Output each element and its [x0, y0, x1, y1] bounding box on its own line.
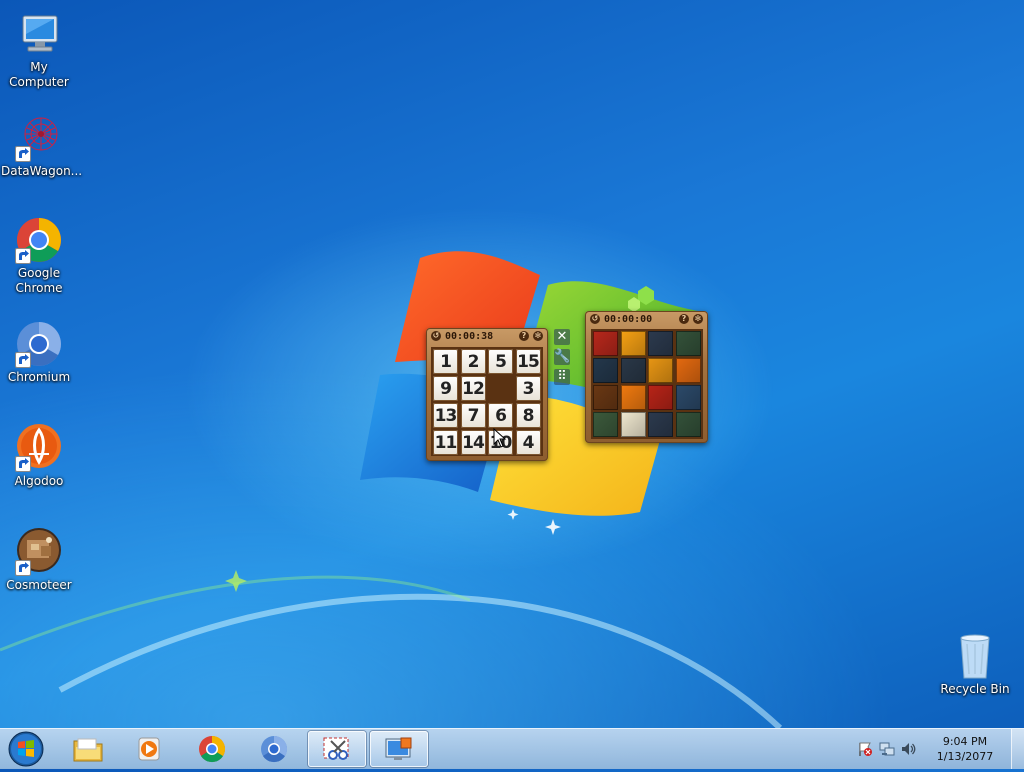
- settings-icon[interactable]: ✻: [693, 314, 703, 324]
- gadget-header: ↺ 00:00:00 ? ✻: [585, 311, 708, 327]
- puzzle-tile[interactable]: 6: [488, 403, 513, 428]
- desktop-icon-label: My Computer: [9, 60, 69, 89]
- gadgets-icon: [385, 737, 412, 760]
- desktop-icon-label: Algodoo: [14, 474, 64, 488]
- desktop-icon-my-computer[interactable]: My Computer: [1, 10, 77, 90]
- picture-puzzle-tile[interactable]: [593, 358, 618, 383]
- algodoo-icon: [15, 424, 63, 472]
- recycle-bin-icon: [951, 632, 999, 680]
- mouse-cursor-icon: [493, 428, 507, 448]
- taskbar-google-chrome[interactable]: [183, 731, 241, 767]
- puzzle-tile[interactable]: 12: [460, 376, 486, 401]
- desktop-icon-google-chrome[interactable]: Google Chrome: [1, 216, 77, 296]
- desktop-icon-chromium[interactable]: Chromium: [1, 320, 77, 385]
- number-puzzle-board: 125159123137681114104: [431, 347, 543, 456]
- desktop-icon-label: Google Chrome: [15, 266, 63, 295]
- puzzle-tile[interactable]: 8: [515, 403, 541, 428]
- puzzle-tile[interactable]: 13: [433, 403, 458, 428]
- help-icon[interactable]: ?: [519, 331, 529, 341]
- desktop-icon-label: Cosmoteer: [6, 578, 72, 592]
- taskbar-windows-media-player[interactable]: [121, 731, 179, 767]
- timer-reset-icon[interactable]: ↺: [590, 314, 600, 324]
- taskbar-windows-explorer[interactable]: [59, 731, 117, 767]
- number-puzzle-gadget[interactable]: ↺ 00:00:38 ? ✻ 125159123137681114104: [426, 328, 548, 461]
- puzzle-tile[interactable]: 4: [515, 430, 541, 455]
- picture-puzzle-tile[interactable]: [620, 385, 646, 410]
- picture-puzzle-tile[interactable]: [620, 331, 646, 356]
- media-player-icon: [138, 737, 160, 761]
- chrome-icon: [15, 216, 63, 264]
- action-center-flag-icon[interactable]: [857, 741, 873, 757]
- start-button[interactable]: [4, 730, 48, 768]
- shortcut-arrow-icon: [15, 560, 31, 576]
- puzzle-tile[interactable]: 7: [460, 403, 486, 428]
- puzzle-tile[interactable]: 9: [433, 376, 458, 401]
- picture-puzzle-board: [591, 329, 703, 439]
- drag-handle-icon[interactable]: ⠿: [554, 369, 570, 385]
- desktop-icon-label: Recycle Bin: [940, 682, 1010, 696]
- picture-puzzle-tile[interactable]: [593, 331, 618, 356]
- timer-reset-icon[interactable]: ↺: [431, 331, 441, 341]
- picture-puzzle-tile[interactable]: [675, 385, 701, 410]
- picture-puzzle-tile[interactable]: [593, 385, 618, 410]
- picture-puzzle-tile[interactable]: [593, 412, 618, 437]
- taskbar-clock[interactable]: 9:04 PM 1/13/2077: [930, 734, 1000, 764]
- system-tray: 9:04 PM 1/13/2077: [854, 729, 1024, 769]
- clock-time: 9:04 PM: [942, 735, 988, 748]
- shortcut-arrow-icon: [15, 248, 31, 264]
- puzzle-tile[interactable]: 3: [515, 376, 541, 401]
- puzzle-tile[interactable]: 1: [433, 349, 458, 374]
- settings-icon[interactable]: ✻: [533, 331, 543, 341]
- wrench-icon[interactable]: 🔧: [554, 349, 570, 365]
- network-icon[interactable]: [879, 741, 895, 757]
- picture-puzzle-tile[interactable]: [675, 331, 701, 356]
- gadget-header: ↺ 00:00:38 ? ✻: [426, 328, 548, 344]
- picture-puzzle-tile[interactable]: [648, 331, 673, 356]
- puzzle-tile[interactable]: 2: [460, 349, 486, 374]
- computer-icon: [15, 10, 63, 58]
- picture-puzzle-gadget[interactable]: ↺ 00:00:00 ? ✻: [585, 311, 708, 443]
- desktop-icon-algodoo[interactable]: Algodoo: [1, 424, 77, 489]
- close-icon[interactable]: ✕: [554, 329, 570, 345]
- cosmoteer-icon: [15, 528, 63, 576]
- chromium-icon: [15, 320, 63, 368]
- datawagon-icon: [15, 114, 63, 162]
- gadget-side-toolbar: ✕ 🔧 ⠿: [554, 329, 570, 389]
- taskbar-snipping-tool[interactable]: [308, 731, 366, 767]
- picture-puzzle-tile[interactable]: [648, 412, 673, 437]
- chromium-icon: [261, 735, 288, 763]
- picture-puzzle-tile[interactable]: [648, 358, 673, 383]
- shortcut-arrow-icon: [15, 146, 31, 162]
- shortcut-arrow-icon: [15, 456, 31, 472]
- picture-puzzle-tile[interactable]: [648, 385, 673, 410]
- puzzle-timer: 00:00:38: [445, 330, 494, 342]
- scissors-icon: [323, 737, 349, 760]
- help-icon[interactable]: ?: [679, 314, 689, 324]
- show-desktop-button[interactable]: [1011, 729, 1024, 769]
- desktop-icon-datawagon[interactable]: DataWagon...: [1, 114, 83, 179]
- clock-date: 1/13/2077: [936, 750, 994, 763]
- puzzle-tile[interactable]: 14: [460, 430, 486, 455]
- puzzle-tile[interactable]: 5: [488, 349, 513, 374]
- picture-puzzle-tile[interactable]: [620, 412, 646, 437]
- taskbar-chromium[interactable]: [245, 731, 303, 767]
- taskbar: 9:04 PM 1/13/2077: [0, 728, 1024, 769]
- puzzle-tile[interactable]: 15: [515, 349, 541, 374]
- desktop[interactable]: My Computer DataWagon... Google Chrome C…: [0, 0, 1024, 728]
- folder-icon: [73, 738, 103, 762]
- chrome-icon: [199, 735, 226, 763]
- picture-puzzle-tile[interactable]: [620, 358, 646, 383]
- desktop-icon-label: DataWagon...: [1, 164, 83, 178]
- picture-puzzle-tile[interactable]: [675, 358, 701, 383]
- puzzle-tile[interactable]: 11: [433, 430, 458, 455]
- desktop-icon-label: Chromium: [7, 370, 71, 384]
- desktop-icon-recycle-bin[interactable]: Recycle Bin: [937, 632, 1013, 697]
- desktop-icon-cosmoteer[interactable]: Cosmoteer: [1, 528, 77, 593]
- taskbar-desktop-gadgets[interactable]: [370, 731, 428, 767]
- volume-icon[interactable]: [900, 741, 916, 757]
- picture-puzzle-tile[interactable]: [675, 412, 701, 437]
- puzzle-timer: 00:00:00: [604, 313, 653, 325]
- shortcut-arrow-icon: [15, 352, 31, 368]
